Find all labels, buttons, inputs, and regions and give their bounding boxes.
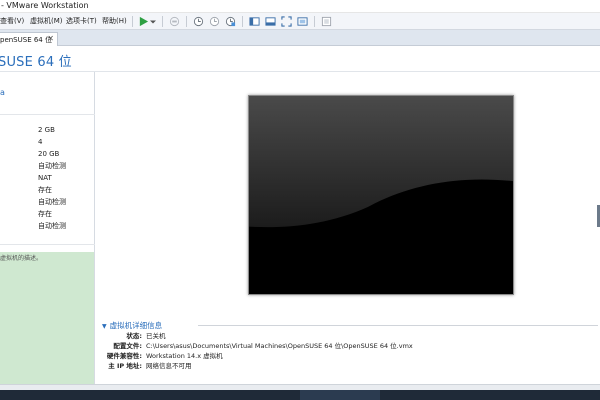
collapse-arrow-icon[interactable]: ▼ xyxy=(102,323,107,330)
send-keys-icon[interactable] xyxy=(168,15,180,27)
detail-label: 状态: xyxy=(126,332,142,340)
toolbar-separator xyxy=(314,16,315,27)
toolbar-separator xyxy=(186,16,187,27)
taskbar xyxy=(0,390,600,400)
description-placeholder: 虚拟机的描述。 xyxy=(0,255,43,262)
main-area: ▼ 虚拟机详细信息 状态: 已关机 配置文件: C:\Users\asus\Doc… xyxy=(96,72,600,384)
left-panel: a 2 GB 4 20 GB 自动检测 NAT 存在 自动检测 存在 自动检测 … xyxy=(0,72,95,384)
description-area[interactable]: 虚拟机的描述。 xyxy=(0,252,94,384)
toolbar-separator xyxy=(132,16,133,27)
device-value-processors[interactable]: 4 xyxy=(38,136,66,148)
vm-header: SUSE 64 位 xyxy=(0,46,600,72)
device-values: 2 GB 4 20 GB 自动检测 NAT 存在 自动检测 存在 自动检测 xyxy=(38,124,66,232)
divider xyxy=(0,114,95,115)
menu-view[interactable]: 查看(V) xyxy=(0,16,24,26)
unity-icon[interactable] xyxy=(296,15,308,27)
title-bar: - VMware Workstation xyxy=(0,0,600,13)
detail-value: C:\Users\asus\Documents\Virtual Machines… xyxy=(146,342,413,350)
detail-value: 网络信息不可用 xyxy=(146,362,192,370)
vm-screen-thumbnail[interactable] xyxy=(248,95,514,295)
detail-label: 配置文件: xyxy=(113,342,142,350)
detail-value: Workstation 14.x 虚拟机 xyxy=(146,352,223,360)
device-value-disk[interactable]: 20 GB xyxy=(38,148,66,160)
divider xyxy=(198,325,598,326)
tab-label: penSUSE 64 位 xyxy=(0,36,52,44)
menu-vm[interactable]: 虚拟机(M) xyxy=(30,16,63,26)
taskbar-highlight xyxy=(300,390,380,400)
device-value-network[interactable]: NAT xyxy=(38,172,66,184)
tab-opensuse[interactable]: penSUSE 64 位 ✕ xyxy=(0,32,58,46)
full-screen-icon[interactable] xyxy=(280,15,292,27)
toolbar-separator xyxy=(162,16,163,27)
toolbar-separator xyxy=(242,16,243,27)
detail-label: 主 IP 地址: xyxy=(108,362,142,370)
settings-icon[interactable] xyxy=(320,15,332,27)
window-title: - VMware Workstation xyxy=(1,1,89,10)
device-value-sound[interactable]: 自动检测 xyxy=(38,196,66,208)
tab-strip: penSUSE 64 位 ✕ xyxy=(0,30,600,46)
close-icon[interactable]: ✕ xyxy=(47,34,54,43)
play-icon[interactable] xyxy=(137,15,149,27)
snapshot-restore-icon[interactable] xyxy=(208,15,220,27)
detail-label: 硬件兼容性: xyxy=(106,352,142,360)
snapshot-icon[interactable] xyxy=(192,15,204,27)
device-value-memory[interactable]: 2 GB xyxy=(38,124,66,136)
device-value-printer[interactable]: 存在 xyxy=(38,208,66,220)
show-library-icon[interactable] xyxy=(248,15,260,27)
snapshot-manager-icon[interactable] xyxy=(224,15,236,27)
device-value-display[interactable]: 自动检测 xyxy=(38,220,66,232)
menu-tabs[interactable]: 选项卡(T) xyxy=(66,16,97,26)
device-value-cdrom[interactable]: 自动检测 xyxy=(38,160,66,172)
power-on-link[interactable]: a xyxy=(0,88,5,97)
menu-toolbar: 查看(V) 虚拟机(M) 选项卡(T) 帮助(H) xyxy=(0,13,600,30)
divider xyxy=(0,244,95,245)
device-value-usb[interactable]: 存在 xyxy=(38,184,66,196)
menu-help[interactable]: 帮助(H) xyxy=(102,16,127,26)
detail-value: 已关机 xyxy=(146,332,166,340)
page-title: SUSE 64 位 xyxy=(0,55,72,70)
dropdown-arrow-icon[interactable] xyxy=(149,15,157,27)
thumbnail-view-icon[interactable] xyxy=(264,15,276,27)
vm-details-title: 虚拟机详细信息 xyxy=(109,321,163,330)
